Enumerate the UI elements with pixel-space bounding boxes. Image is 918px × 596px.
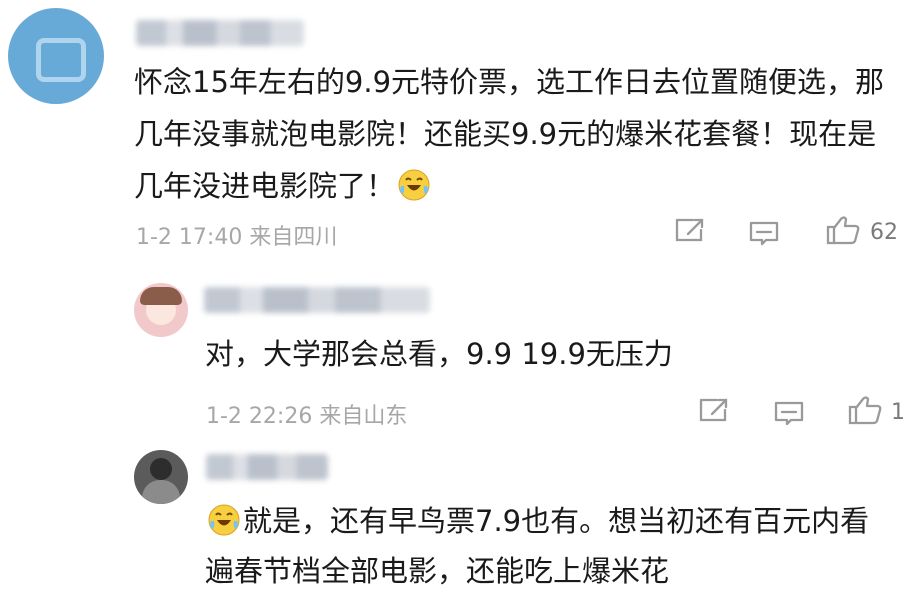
username-blurred[interactable]	[136, 20, 304, 46]
comment-meta: 1-2 22:26 来自山东	[206, 404, 408, 429]
share-icon[interactable]	[673, 216, 707, 244]
comment-text: 就是，还有早鸟票7.9也有。想当初还有百元内看遍春节档全部电影，还能吃上爆米花	[205, 503, 870, 588]
comment-icon[interactable]	[772, 398, 806, 426]
comment-text: 怀念15年左右的9.9元特价票，选工作日去位置随便选，那几年没事就泡电影院！还能…	[134, 65, 885, 203]
like-count: 62	[870, 220, 898, 245]
comment-icon[interactable]	[747, 218, 781, 246]
laugh-cry-emoji	[207, 503, 241, 537]
username-blurred[interactable]	[206, 454, 328, 480]
username-blurred[interactable]	[204, 287, 430, 313]
share-icon[interactable]	[697, 396, 731, 424]
comment-text: 对，大学那会总看，9.9 19.9无压力	[205, 337, 673, 371]
avatar[interactable]	[8, 8, 104, 104]
like-count: 1	[891, 400, 905, 425]
comment-meta: 1-2 17:40 来自四川	[136, 225, 338, 250]
avatar[interactable]	[134, 283, 188, 337]
like-icon[interactable]	[846, 394, 886, 426]
laugh-cry-emoji	[397, 168, 431, 202]
avatar[interactable]	[134, 450, 188, 504]
like-icon[interactable]	[824, 214, 864, 246]
